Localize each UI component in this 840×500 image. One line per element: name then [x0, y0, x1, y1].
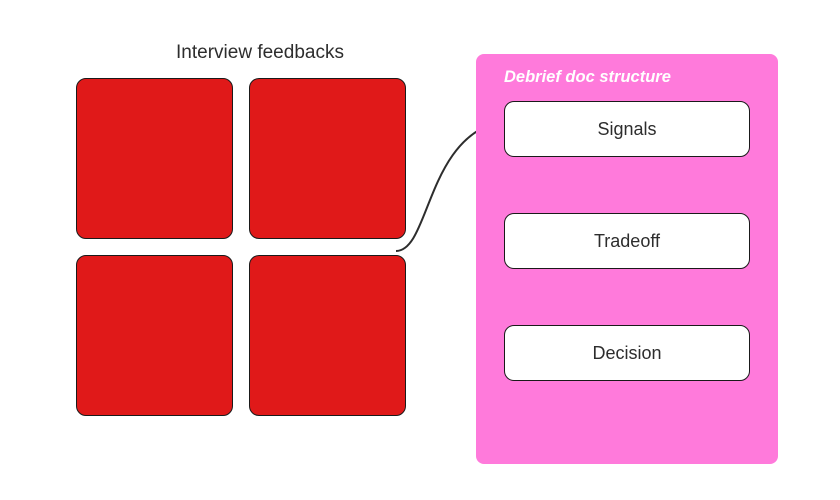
feedback-box	[249, 78, 406, 239]
feedback-box	[76, 255, 233, 416]
debrief-items-list: Signals Tradeoff Decision	[504, 101, 750, 381]
feedback-box	[76, 78, 233, 239]
debrief-panel-title: Debrief doc structure	[504, 68, 750, 87]
debrief-panel: Debrief doc structure Signals Tradeoff D…	[476, 54, 778, 464]
debrief-item-signals: Signals	[504, 101, 750, 157]
debrief-item-tradeoff: Tradeoff	[504, 213, 750, 269]
interview-feedbacks-title: Interview feedbacks	[120, 42, 400, 64]
feedback-box	[249, 255, 406, 416]
feedback-grid	[76, 78, 406, 416]
debrief-item-decision: Decision	[504, 325, 750, 381]
